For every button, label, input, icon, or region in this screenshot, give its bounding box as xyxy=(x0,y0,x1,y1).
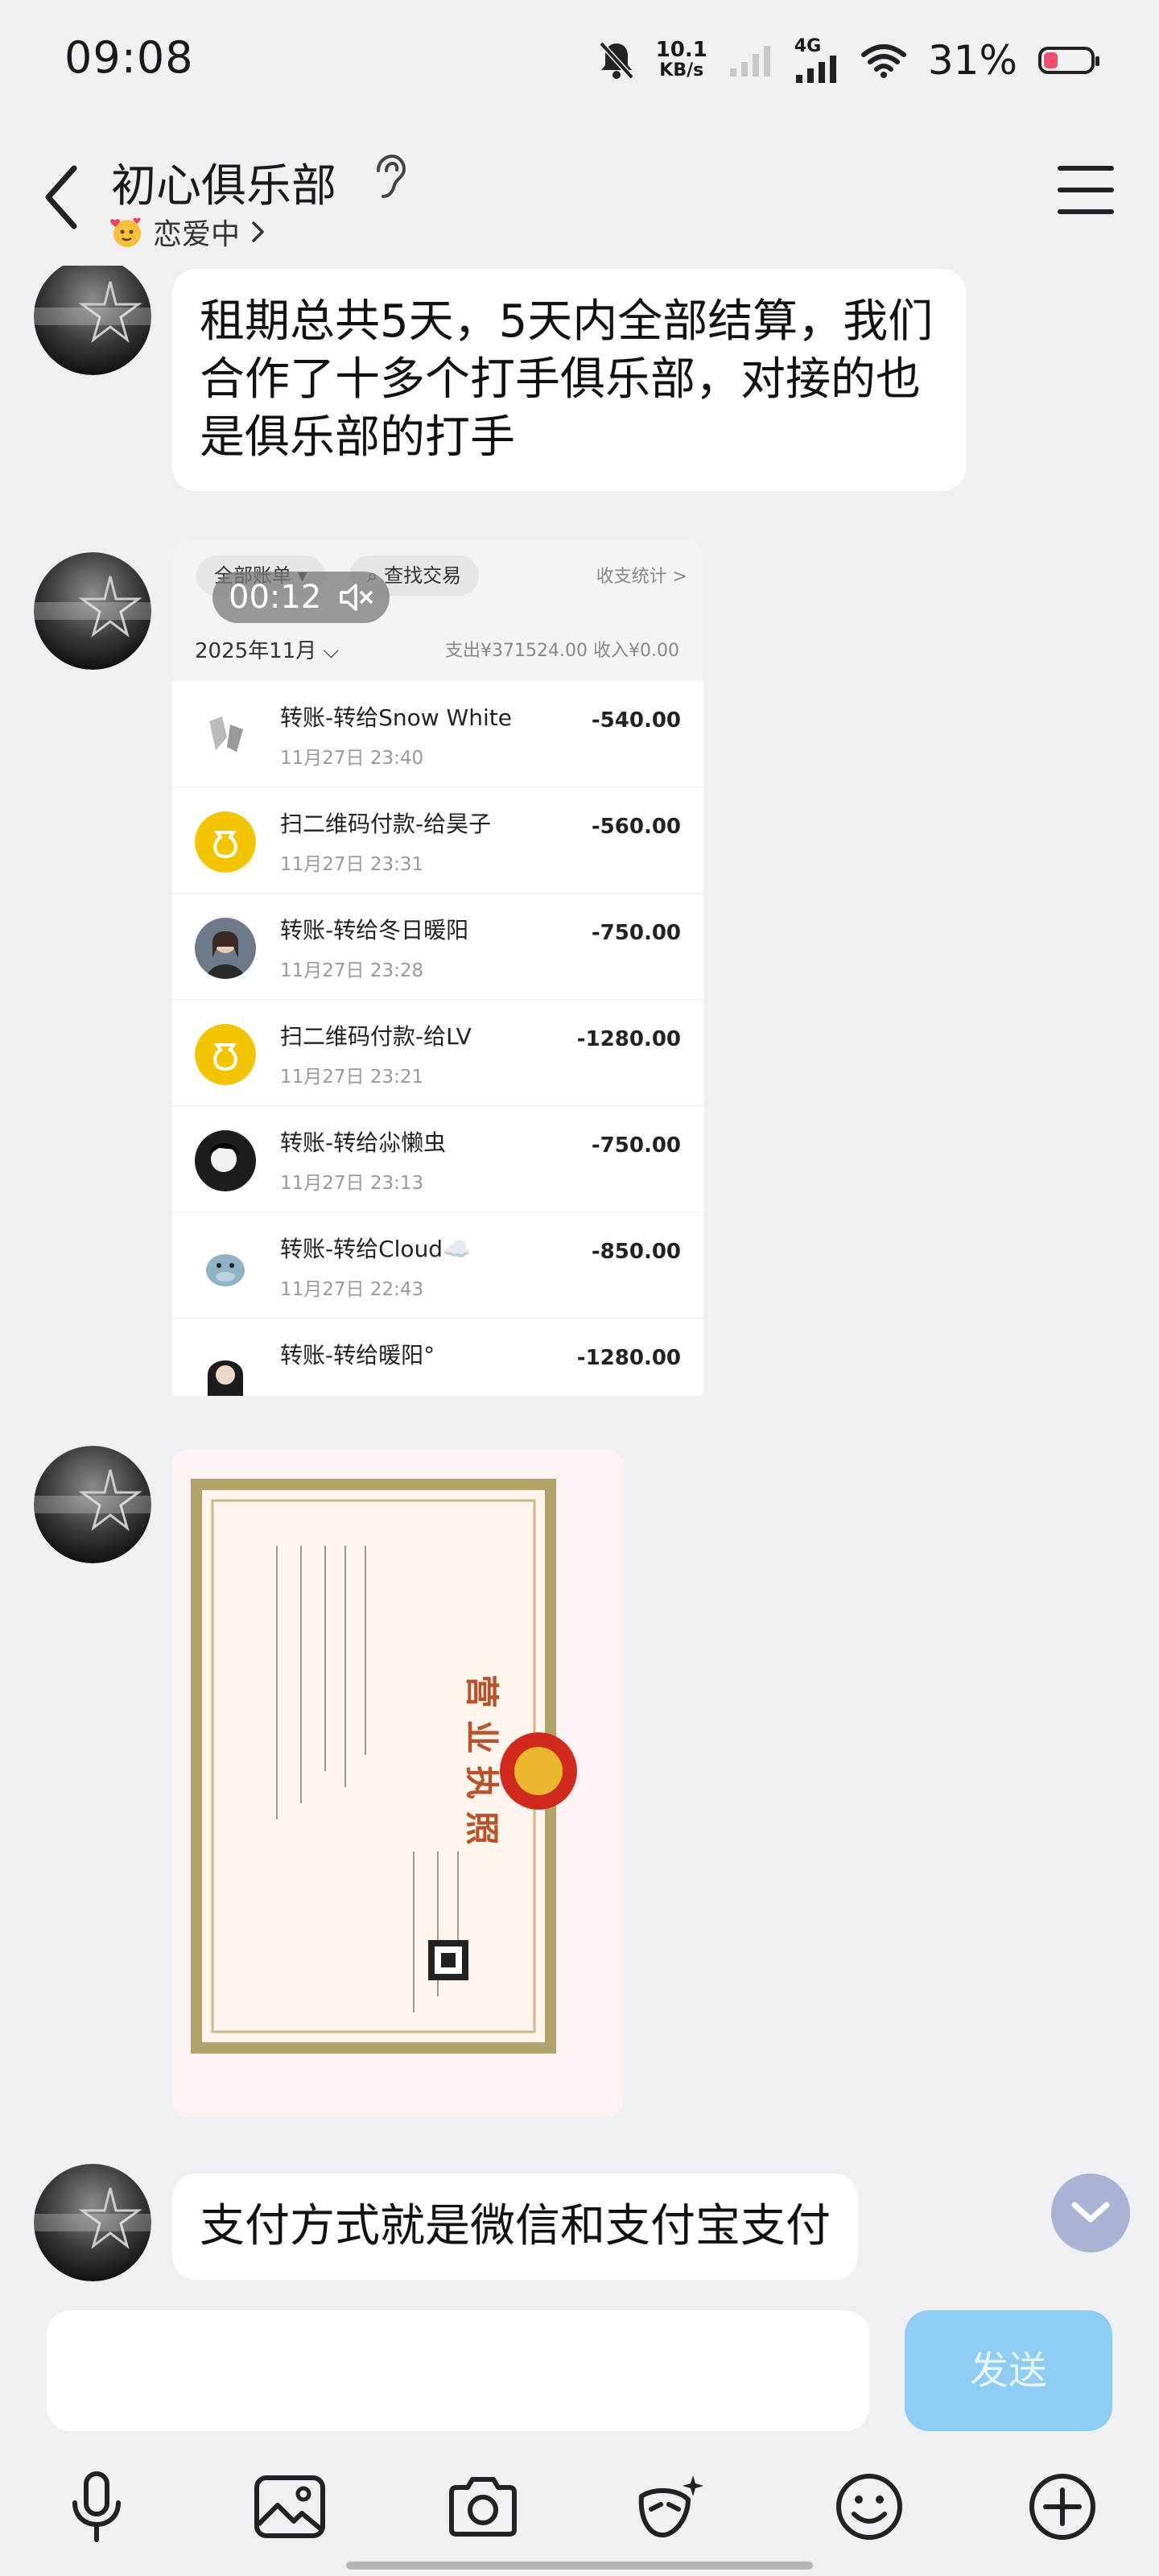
signal-4g: 4G xyxy=(794,38,839,83)
business-license-image[interactable]: 营 业 执 照 xyxy=(172,1449,623,2117)
camera-icon xyxy=(449,2477,517,2537)
menu-line xyxy=(1058,166,1114,171)
club-logo-icon xyxy=(34,1446,151,1563)
user-photo-icon xyxy=(195,1130,256,1191)
license-document: 营 业 执 照 xyxy=(172,1449,623,2117)
transaction-row: 扫二维码付款-给LV 11月27日 23:21 -1280.00 xyxy=(172,1000,703,1106)
chevron-left-icon xyxy=(45,165,77,229)
avatar[interactable] xyxy=(34,552,151,670)
status-bar: 09:08 10.1 KB/s 4G 31% xyxy=(0,0,1159,121)
bottom-toolbar xyxy=(0,2455,1159,2576)
menu-button[interactable] xyxy=(1058,166,1114,214)
menu-line xyxy=(1058,188,1114,192)
message-bubble[interactable]: 租期总共5天，5天内全部结算，我们合作了十多个打手俱乐部，对接的也是俱乐部的打手 xyxy=(172,269,966,491)
relationship-status[interactable]: 恋爱中 xyxy=(108,211,267,253)
battery-icon xyxy=(1038,47,1099,74)
status-time: 09:08 xyxy=(64,32,194,83)
chevron-right-icon xyxy=(252,221,264,242)
avatar[interactable] xyxy=(34,1446,151,1563)
net-speed: 10.1 KB/s xyxy=(655,38,707,80)
signal-empty-icon xyxy=(729,46,770,76)
avatar[interactable] xyxy=(34,266,151,375)
bell-muted-icon xyxy=(599,41,634,80)
image-icon xyxy=(254,2475,325,2538)
love-emoji-icon xyxy=(110,217,141,247)
more-button[interactable] xyxy=(1022,2467,1103,2547)
emoji-button[interactable] xyxy=(829,2467,909,2547)
hippo-cartoon-icon xyxy=(195,1236,256,1298)
smiley-icon xyxy=(836,2474,902,2540)
license-title: 营 业 执 照 xyxy=(462,1674,501,1845)
voice-button[interactable] xyxy=(56,2467,137,2547)
video-duration-badge[interactable]: 00:12 xyxy=(212,572,390,623)
back-button[interactable] xyxy=(37,161,85,233)
transaction-row: 转账-转给冬日暖阳 11月27日 23:28 -750.00 xyxy=(172,894,703,1000)
sticker-button[interactable] xyxy=(633,2467,713,2547)
microphone-icon xyxy=(72,2471,121,2542)
mask-sparkle-icon xyxy=(638,2475,703,2538)
battery-percent: 31% xyxy=(927,37,1017,84)
gallery-button[interactable] xyxy=(250,2467,330,2547)
chevron-down-icon xyxy=(1071,2202,1110,2223)
user-photo-icon xyxy=(195,918,256,979)
bill-summary: 支出¥371524.00 收入¥0.00 xyxy=(445,641,679,661)
chat-header: 初心俱乐部 恋爱中 xyxy=(0,121,1159,266)
money-bag-icon xyxy=(195,811,256,873)
club-logo-icon xyxy=(34,2164,151,2281)
chat-area[interactable]: 租期总共5天，5天内全部结算，我们合作了十多个打手俱乐部，对接的也是俱乐部的打手… xyxy=(0,266,1159,2294)
home-indicator[interactable] xyxy=(346,2562,813,2570)
send-button[interactable]: 发送 xyxy=(905,2310,1112,2431)
wifi-icon xyxy=(860,44,906,78)
signal-icon xyxy=(795,56,836,83)
speaker-muted-icon[interactable] xyxy=(338,581,375,613)
bill-month: 2025年11月 ⌵ xyxy=(195,639,340,663)
message-input-bar: 发送 xyxy=(0,2294,1159,2455)
transaction-row: 转账-转给Cloud☁️ 11月27日 22:43 -850.00 xyxy=(172,1212,703,1319)
message-input[interactable] xyxy=(47,2310,869,2431)
club-logo-icon xyxy=(34,552,151,670)
plus-circle-icon xyxy=(1029,2474,1095,2540)
message-bubble[interactable]: 支付方式就是微信和支付宝支付 xyxy=(172,2174,858,2280)
camera-button[interactable] xyxy=(443,2467,523,2547)
club-logo-icon xyxy=(34,266,151,375)
status-icons: 10.1 KB/s 4G 31% xyxy=(598,32,1099,89)
user-photo-icon xyxy=(195,1343,256,1404)
ear-icon[interactable] xyxy=(369,153,409,201)
relationship-label: 恋爱中 xyxy=(153,218,241,251)
transaction-row: 扫二维码付款-给昊子 11月27日 23:31 -560.00 xyxy=(172,787,703,894)
transaction-row: 转账-转给尛懒虫 11月27日 23:13 -750.00 xyxy=(172,1106,703,1212)
scroll-to-bottom-button[interactable] xyxy=(1051,2174,1130,2252)
avatar[interactable] xyxy=(34,2164,151,2281)
snow-white-avatar-icon xyxy=(195,705,256,766)
menu-line xyxy=(1058,209,1114,214)
bill-header: 全部账单 ▾ ⌕ 查找交易 收支统计 > 00:12 2025年11月 ⌵ 支出… xyxy=(172,539,703,681)
bill-stats-link: 收支统计 > xyxy=(596,567,687,587)
money-bag-icon xyxy=(195,1024,256,1085)
chat-title[interactable]: 初心俱乐部 xyxy=(111,150,336,215)
transaction-row: 转账-转给Snow White 11月27日 23:40 -540.00 xyxy=(172,681,703,787)
